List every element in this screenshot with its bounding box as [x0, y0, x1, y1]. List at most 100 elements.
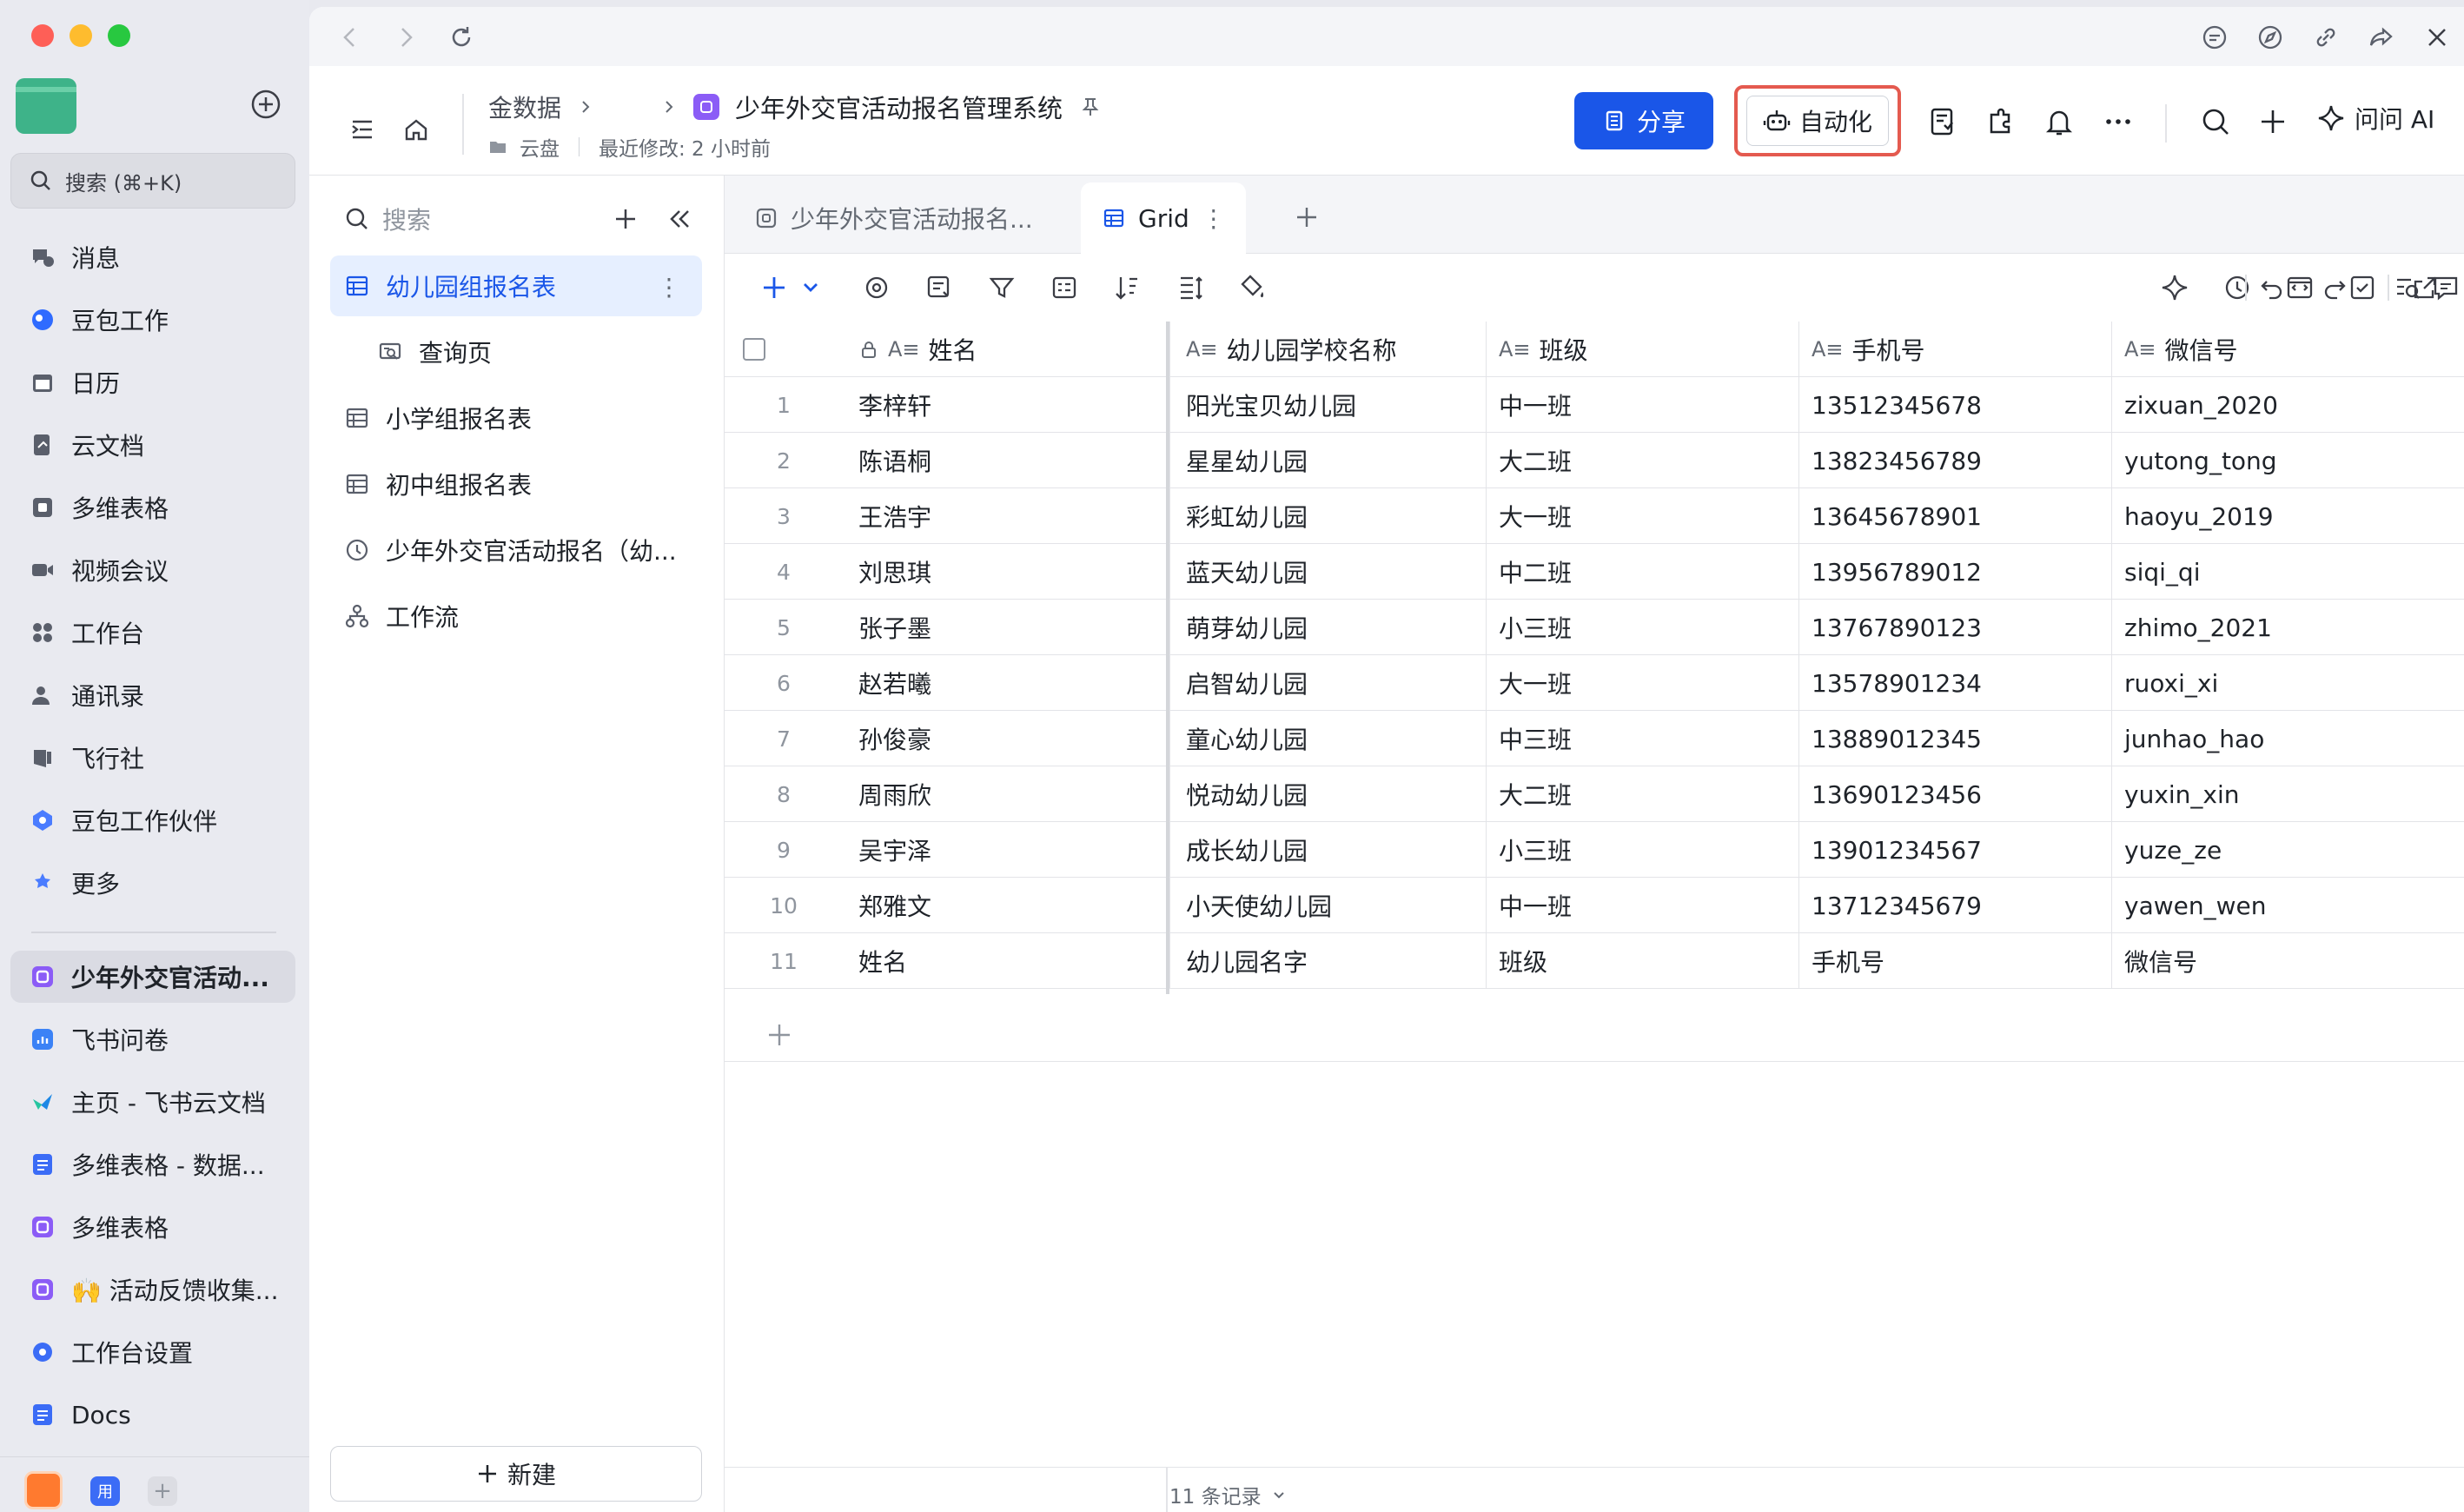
cell-wechat[interactable]: zhimo_2021 [2111, 600, 2464, 655]
cell-kindergarten[interactable]: 悦动幼儿园 [1169, 766, 1486, 822]
cell-name[interactable]: 刘思琪 [843, 544, 1166, 600]
cell-name[interactable]: 吴宇泽 [843, 822, 1166, 878]
cell-phone[interactable]: 13578901234 [1798, 655, 2111, 711]
add-app-icon[interactable]: + [148, 1476, 177, 1506]
find-icon[interactable] [2391, 271, 2424, 304]
cell-name[interactable]: 李梓轩 [843, 377, 1166, 433]
redo-icon[interactable] [2318, 271, 2351, 304]
sidebar-item[interactable]: 飞行社 [10, 732, 295, 784]
cell-class[interactable]: 中一班 [1486, 377, 1798, 433]
recent-item[interactable]: 多维表格 - 数据... [10, 1138, 295, 1190]
row-number[interactable]: 3 [725, 488, 843, 544]
table-row[interactable]: 5 张子墨 萌芽幼儿园 小三班 13767890123 zhimo_2021 [725, 600, 2464, 655]
table-row[interactable]: 1 李梓轩 阳光宝贝幼儿园 中一班 13512345678 zixuan_2020 [725, 377, 2464, 433]
cell-kindergarten[interactable]: 幼儿园名字 [1169, 933, 1486, 989]
user-badge[interactable]: 用 [90, 1476, 120, 1506]
sidebar-item[interactable]: 日历 [10, 356, 295, 408]
row-number[interactable]: 5 [725, 600, 843, 655]
recent-item[interactable]: 少年外交官活动... [10, 951, 295, 1003]
window-minimize-button[interactable] [70, 24, 92, 47]
cell-name[interactable]: 周雨欣 [843, 766, 1166, 822]
cell-phone[interactable]: 13901234567 [1798, 822, 2111, 878]
cell-phone[interactable]: 手机号 [1798, 933, 2111, 989]
cell-kindergarten[interactable]: 阳光宝贝幼儿园 [1169, 377, 1486, 433]
cell-name[interactable]: 张子墨 [843, 600, 1166, 655]
cell-class[interactable]: 中一班 [1486, 878, 1798, 933]
sidebar-item[interactable]: 豆包工作伙伴 [10, 794, 295, 846]
cell-phone[interactable]: 13645678901 [1798, 488, 2111, 544]
new-plus-icon[interactable] [248, 87, 283, 122]
table-row[interactable]: 4 刘思琪 蓝天幼儿园 中二班 13956789012 siqi_qi [725, 544, 2464, 600]
recent-item[interactable]: 工作台设置 [10, 1326, 295, 1378]
workspace-avatar[interactable] [16, 78, 76, 134]
row-number[interactable]: 6 [725, 655, 843, 711]
cell-kindergarten[interactable]: 成长幼儿园 [1169, 822, 1486, 878]
column-header-wechat[interactable]: A≡ 微信号 [2111, 322, 2464, 377]
cell-class[interactable]: 中二班 [1486, 544, 1798, 600]
window-maximize-button[interactable] [108, 24, 130, 47]
row-number[interactable]: 1 [725, 377, 843, 433]
cell-phone[interactable]: 13956789012 [1798, 544, 2111, 600]
sidebar-item[interactable]: 云文档 [10, 419, 295, 471]
cell-class[interactable]: 大二班 [1486, 433, 1798, 488]
cell-phone[interactable]: 13889012345 [1798, 711, 2111, 766]
app-switch-icon[interactable] [24, 1471, 63, 1509]
cell-kindergarten[interactable]: 童心幼儿园 [1169, 711, 1486, 766]
sidebar-item[interactable]: 视频会议 [10, 544, 295, 596]
freeze-column-divider[interactable] [1166, 322, 1169, 994]
cell-name[interactable]: 王浩宇 [843, 488, 1166, 544]
record-count[interactable]: 11 条记录 [1169, 1480, 1288, 1509]
sidebar-item[interactable]: 更多 [10, 857, 295, 909]
row-number[interactable]: 4 [725, 544, 843, 600]
cell-kindergarten[interactable]: 彩虹幼儿园 [1169, 488, 1486, 544]
cell-name[interactable]: 赵若曦 [843, 655, 1166, 711]
row-number[interactable]: 8 [725, 766, 843, 822]
cell-class[interactable]: 班级 [1486, 933, 1798, 989]
column-header-name[interactable]: A≡ 姓名 [843, 322, 1166, 377]
cell-wechat[interactable]: junhao_hao [2111, 711, 2464, 766]
table-row[interactable]: 7 孙俊豪 童心幼儿园 中三班 13889012345 junhao_hao [725, 711, 2464, 766]
cell-phone[interactable]: 13690123456 [1798, 766, 2111, 822]
cell-name[interactable]: 陈语桐 [843, 433, 1166, 488]
cell-phone[interactable]: 13767890123 [1798, 600, 2111, 655]
cell-kindergarten[interactable]: 星星幼儿园 [1169, 433, 1486, 488]
select-all-checkbox[interactable] [725, 322, 784, 377]
sidebar-item[interactable]: 通讯录 [10, 669, 295, 721]
row-number[interactable]: 9 [725, 822, 843, 878]
table-row[interactable]: 3 王浩宇 彩虹幼儿园 大一班 13645678901 haoyu_2019 [725, 488, 2464, 544]
cell-kindergarten[interactable]: 萌芽幼儿园 [1169, 600, 1486, 655]
column-header-class[interactable]: A≡ 班级 [1486, 322, 1798, 377]
table-row[interactable]: 11 姓名 幼儿园名字 班级 手机号 微信号 [725, 933, 2464, 989]
cell-wechat[interactable]: ruoxi_xi [2111, 655, 2464, 711]
global-search-input[interactable]: 搜索 (⌘+K) [10, 153, 295, 209]
cell-name[interactable]: 孙俊豪 [843, 711, 1166, 766]
sidebar-item[interactable]: 多维表格 [10, 481, 295, 534]
cell-kindergarten[interactable]: 蓝天幼儿园 [1169, 544, 1486, 600]
row-number[interactable]: 2 [725, 433, 843, 488]
row-number[interactable]: 10 [725, 878, 843, 933]
column-header-phone[interactable]: A≡ 手机号 [1798, 322, 2111, 377]
cell-wechat[interactable]: yuze_ze [2111, 822, 2464, 878]
cell-class[interactable]: 中三班 [1486, 711, 1798, 766]
recent-item[interactable]: Docs [10, 1389, 295, 1441]
table-row[interactable]: 8 周雨欣 悦动幼儿园 大二班 13690123456 yuxin_xin [725, 766, 2464, 822]
cell-class[interactable]: 大一班 [1486, 488, 1798, 544]
sidebar-item[interactable]: 豆包工作 [10, 294, 295, 346]
table-row[interactable]: 2 陈语桐 星星幼儿园 大二班 13823456789 yutong_tong [725, 433, 2464, 488]
cell-class[interactable]: 小三班 [1486, 822, 1798, 878]
sidebar-item[interactable]: 工作台 [10, 607, 295, 659]
cell-class[interactable]: 小三班 [1486, 600, 1798, 655]
recent-item[interactable]: 飞书问卷 [10, 1013, 295, 1065]
cell-wechat[interactable]: haoyu_2019 [2111, 488, 2464, 544]
cell-wechat[interactable]: yawen_wen [2111, 878, 2464, 933]
window-close-button[interactable] [31, 24, 54, 47]
cell-class[interactable]: 大一班 [1486, 655, 1798, 711]
sidebar-item[interactable]: 消息 [10, 231, 295, 283]
recent-item[interactable]: 主页 - 飞书云文档 [10, 1076, 295, 1128]
cell-wechat[interactable]: yuxin_xin [2111, 766, 2464, 822]
comment-icon[interactable] [2429, 271, 2462, 304]
undo-icon[interactable] [2255, 271, 2288, 304]
cell-class[interactable]: 大二班 [1486, 766, 1798, 822]
cell-phone[interactable]: 13712345679 [1798, 878, 2111, 933]
cell-wechat[interactable]: yutong_tong [2111, 433, 2464, 488]
